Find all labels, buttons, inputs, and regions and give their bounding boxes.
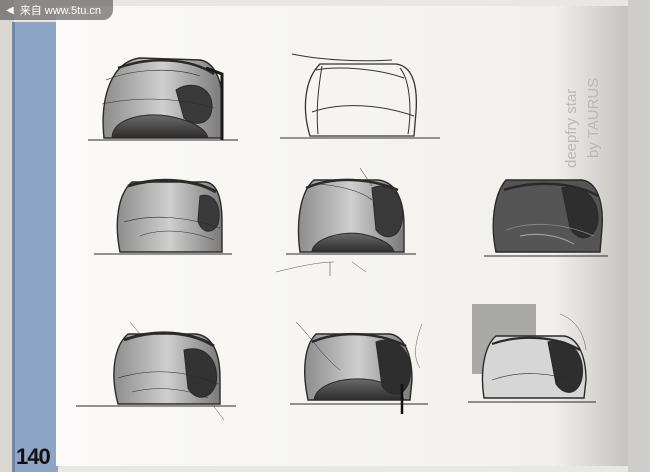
blue-spine <box>12 22 58 472</box>
side-title-line2: by TAURUS <box>585 78 602 158</box>
side-title: deepfry star by TAURUS <box>563 78 602 168</box>
site-watermark: ◀ 来自 www.5tu.cn <box>0 0 114 20</box>
sketchbook-photo <box>0 0 650 472</box>
page-number: 140 <box>16 444 51 469</box>
side-title-line1: deepfry star <box>563 89 580 168</box>
sketch-fryer-5 <box>484 179 608 257</box>
watermark-arrow-icon: ◀ <box>6 4 14 16</box>
watermark-text: 来自 www.5tu.cn <box>19 5 102 17</box>
